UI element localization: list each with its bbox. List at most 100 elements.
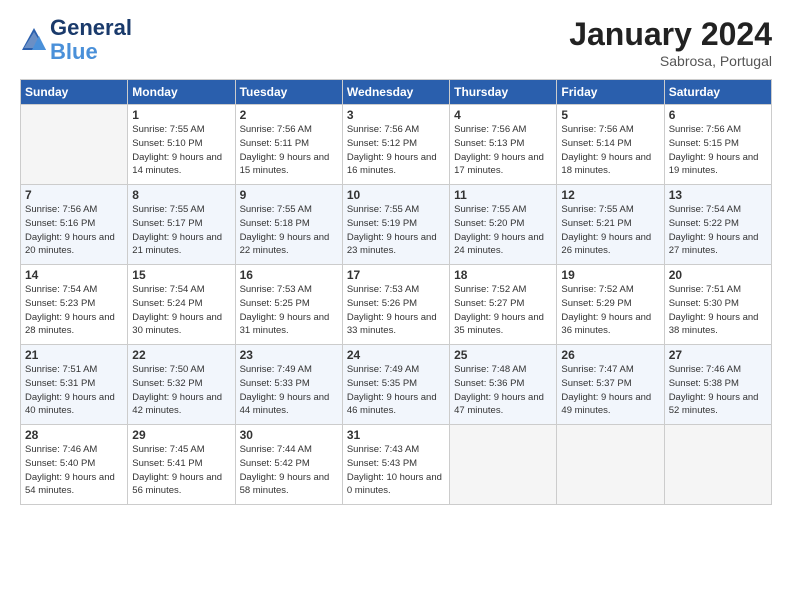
daylight-label: Daylight: 10 hours and 0 minutes. xyxy=(347,472,442,497)
calendar-week-row: 28 Sunrise: 7:46 AM Sunset: 5:40 PM Dayl… xyxy=(21,425,772,505)
day-info: Sunrise: 7:55 AM Sunset: 5:17 PM Dayligh… xyxy=(132,203,230,258)
calendar-cell: 25 Sunrise: 7:48 AM Sunset: 5:36 PM Dayl… xyxy=(450,345,557,425)
calendar-cell: 13 Sunrise: 7:54 AM Sunset: 5:22 PM Dayl… xyxy=(664,185,771,265)
calendar-cell xyxy=(21,105,128,185)
day-info: Sunrise: 7:56 AM Sunset: 5:15 PM Dayligh… xyxy=(669,123,767,178)
calendar-cell xyxy=(664,425,771,505)
day-info: Sunrise: 7:49 AM Sunset: 5:35 PM Dayligh… xyxy=(347,363,445,418)
daylight-label: Daylight: 9 hours and 28 minutes. xyxy=(25,312,115,337)
calendar-cell xyxy=(557,425,664,505)
day-info: Sunrise: 7:55 AM Sunset: 5:21 PM Dayligh… xyxy=(561,203,659,258)
sunset-label: Sunset: 5:33 PM xyxy=(240,378,310,389)
day-number: 17 xyxy=(347,268,445,282)
daylight-label: Daylight: 9 hours and 56 minutes. xyxy=(132,472,222,497)
sunset-label: Sunset: 5:43 PM xyxy=(347,458,417,469)
day-info: Sunrise: 7:45 AM Sunset: 5:41 PM Dayligh… xyxy=(132,443,230,498)
day-info: Sunrise: 7:56 AM Sunset: 5:13 PM Dayligh… xyxy=(454,123,552,178)
day-info: Sunrise: 7:54 AM Sunset: 5:24 PM Dayligh… xyxy=(132,283,230,338)
calendar-cell: 30 Sunrise: 7:44 AM Sunset: 5:42 PM Dayl… xyxy=(235,425,342,505)
daylight-label: Daylight: 9 hours and 52 minutes. xyxy=(669,392,759,417)
day-info: Sunrise: 7:56 AM Sunset: 5:16 PM Dayligh… xyxy=(25,203,123,258)
day-info: Sunrise: 7:56 AM Sunset: 5:11 PM Dayligh… xyxy=(240,123,338,178)
daylight-label: Daylight: 9 hours and 46 minutes. xyxy=(347,392,437,417)
day-info: Sunrise: 7:51 AM Sunset: 5:31 PM Dayligh… xyxy=(25,363,123,418)
sunset-label: Sunset: 5:20 PM xyxy=(454,218,524,229)
sunset-label: Sunset: 5:32 PM xyxy=(132,378,202,389)
daylight-label: Daylight: 9 hours and 18 minutes. xyxy=(561,152,651,177)
sunset-label: Sunset: 5:13 PM xyxy=(454,138,524,149)
col-header-friday: Friday xyxy=(557,80,664,105)
daylight-label: Daylight: 9 hours and 58 minutes. xyxy=(240,472,330,497)
sunset-label: Sunset: 5:12 PM xyxy=(347,138,417,149)
day-number: 31 xyxy=(347,428,445,442)
calendar-week-row: 1 Sunrise: 7:55 AM Sunset: 5:10 PM Dayli… xyxy=(21,105,772,185)
calendar-cell: 18 Sunrise: 7:52 AM Sunset: 5:27 PM Dayl… xyxy=(450,265,557,345)
calendar-cell: 31 Sunrise: 7:43 AM Sunset: 5:43 PM Dayl… xyxy=(342,425,449,505)
sunrise-label: Sunrise: 7:47 AM xyxy=(561,364,633,375)
calendar-cell: 4 Sunrise: 7:56 AM Sunset: 5:13 PM Dayli… xyxy=(450,105,557,185)
day-info: Sunrise: 7:54 AM Sunset: 5:23 PM Dayligh… xyxy=(25,283,123,338)
sunrise-label: Sunrise: 7:56 AM xyxy=(669,124,741,135)
daylight-label: Daylight: 9 hours and 33 minutes. xyxy=(347,312,437,337)
sunrise-label: Sunrise: 7:50 AM xyxy=(132,364,204,375)
day-info: Sunrise: 7:47 AM Sunset: 5:37 PM Dayligh… xyxy=(561,363,659,418)
sunrise-label: Sunrise: 7:56 AM xyxy=(561,124,633,135)
daylight-label: Daylight: 9 hours and 26 minutes. xyxy=(561,232,651,257)
sunset-label: Sunset: 5:38 PM xyxy=(669,378,739,389)
day-number: 18 xyxy=(454,268,552,282)
day-info: Sunrise: 7:53 AM Sunset: 5:26 PM Dayligh… xyxy=(347,283,445,338)
daylight-label: Daylight: 9 hours and 15 minutes. xyxy=(240,152,330,177)
sunset-label: Sunset: 5:16 PM xyxy=(25,218,95,229)
daylight-label: Daylight: 9 hours and 24 minutes. xyxy=(454,232,544,257)
daylight-label: Daylight: 9 hours and 40 minutes. xyxy=(25,392,115,417)
day-number: 12 xyxy=(561,188,659,202)
sunset-label: Sunset: 5:21 PM xyxy=(561,218,631,229)
day-info: Sunrise: 7:43 AM Sunset: 5:43 PM Dayligh… xyxy=(347,443,445,498)
day-info: Sunrise: 7:46 AM Sunset: 5:40 PM Dayligh… xyxy=(25,443,123,498)
calendar-week-row: 7 Sunrise: 7:56 AM Sunset: 5:16 PM Dayli… xyxy=(21,185,772,265)
daylight-label: Daylight: 9 hours and 22 minutes. xyxy=(240,232,330,257)
sunset-label: Sunset: 5:35 PM xyxy=(347,378,417,389)
daylight-label: Daylight: 9 hours and 35 minutes. xyxy=(454,312,544,337)
day-number: 9 xyxy=(240,188,338,202)
sunrise-label: Sunrise: 7:56 AM xyxy=(240,124,312,135)
sunrise-label: Sunrise: 7:45 AM xyxy=(132,444,204,455)
calendar-cell: 10 Sunrise: 7:55 AM Sunset: 5:19 PM Dayl… xyxy=(342,185,449,265)
sunset-label: Sunset: 5:22 PM xyxy=(669,218,739,229)
header: GeneralBlue January 2024 Sabrosa, Portug… xyxy=(20,16,772,69)
day-info: Sunrise: 7:56 AM Sunset: 5:14 PM Dayligh… xyxy=(561,123,659,178)
sunrise-label: Sunrise: 7:53 AM xyxy=(240,284,312,295)
sunrise-label: Sunrise: 7:49 AM xyxy=(347,364,419,375)
calendar-cell: 28 Sunrise: 7:46 AM Sunset: 5:40 PM Dayl… xyxy=(21,425,128,505)
day-number: 10 xyxy=(347,188,445,202)
day-info: Sunrise: 7:51 AM Sunset: 5:30 PM Dayligh… xyxy=(669,283,767,338)
calendar-cell: 23 Sunrise: 7:49 AM Sunset: 5:33 PM Dayl… xyxy=(235,345,342,425)
daylight-label: Daylight: 9 hours and 27 minutes. xyxy=(669,232,759,257)
sunset-label: Sunset: 5:36 PM xyxy=(454,378,524,389)
day-number: 2 xyxy=(240,108,338,122)
day-number: 16 xyxy=(240,268,338,282)
sunrise-label: Sunrise: 7:55 AM xyxy=(240,204,312,215)
day-number: 19 xyxy=(561,268,659,282)
day-number: 8 xyxy=(132,188,230,202)
sunset-label: Sunset: 5:11 PM xyxy=(240,138,310,149)
day-number: 6 xyxy=(669,108,767,122)
calendar-header-row: SundayMondayTuesdayWednesdayThursdayFrid… xyxy=(21,80,772,105)
sunset-label: Sunset: 5:19 PM xyxy=(347,218,417,229)
sunset-label: Sunset: 5:10 PM xyxy=(132,138,202,149)
calendar-cell: 2 Sunrise: 7:56 AM Sunset: 5:11 PM Dayli… xyxy=(235,105,342,185)
day-info: Sunrise: 7:55 AM Sunset: 5:19 PM Dayligh… xyxy=(347,203,445,258)
day-number: 25 xyxy=(454,348,552,362)
daylight-label: Daylight: 9 hours and 19 minutes. xyxy=(669,152,759,177)
calendar-cell: 17 Sunrise: 7:53 AM Sunset: 5:26 PM Dayl… xyxy=(342,265,449,345)
sunset-label: Sunset: 5:17 PM xyxy=(132,218,202,229)
day-number: 11 xyxy=(454,188,552,202)
calendar-cell: 27 Sunrise: 7:46 AM Sunset: 5:38 PM Dayl… xyxy=(664,345,771,425)
sunset-label: Sunset: 5:41 PM xyxy=(132,458,202,469)
col-header-tuesday: Tuesday xyxy=(235,80,342,105)
day-info: Sunrise: 7:48 AM Sunset: 5:36 PM Dayligh… xyxy=(454,363,552,418)
day-info: Sunrise: 7:44 AM Sunset: 5:42 PM Dayligh… xyxy=(240,443,338,498)
sunset-label: Sunset: 5:27 PM xyxy=(454,298,524,309)
sunset-label: Sunset: 5:26 PM xyxy=(347,298,417,309)
sunrise-label: Sunrise: 7:54 AM xyxy=(132,284,204,295)
